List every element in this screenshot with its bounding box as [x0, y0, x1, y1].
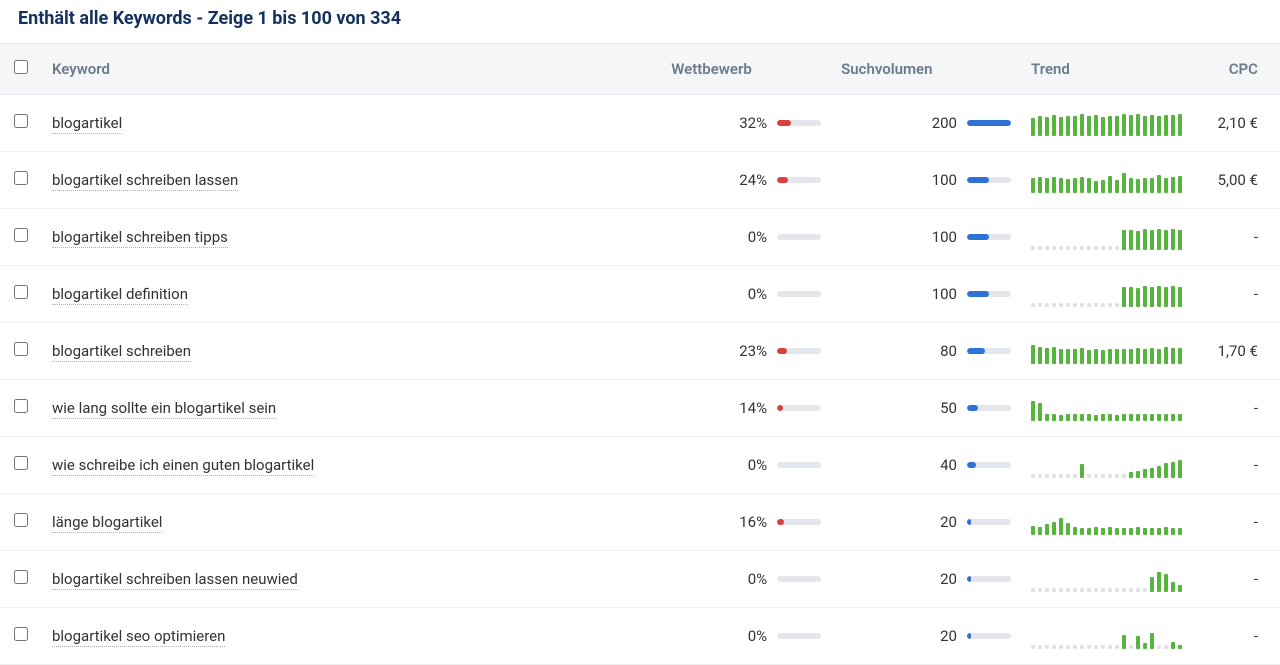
cpc-value: -: [1192, 266, 1280, 323]
row-checkbox[interactable]: [14, 513, 28, 527]
competition-bar: [777, 519, 821, 525]
row-checkbox[interactable]: [14, 228, 28, 242]
competition-value: 0%: [729, 627, 767, 645]
trend-sparkline: [1031, 566, 1182, 592]
table-row: blogartikel schreiben 23% 80 1,70 €: [0, 323, 1280, 380]
cpc-value: -: [1192, 380, 1280, 437]
cpc-value: -: [1192, 437, 1280, 494]
row-checkbox[interactable]: [14, 627, 28, 641]
row-checkbox[interactable]: [14, 285, 28, 299]
volume-value: 20: [917, 627, 957, 645]
row-checkbox[interactable]: [14, 570, 28, 584]
volume-value: 20: [917, 513, 957, 531]
col-trend[interactable]: Trend: [1021, 44, 1192, 95]
col-keyword[interactable]: Keyword: [42, 44, 661, 95]
competition-bar: [777, 291, 821, 297]
cpc-value: 2,10 €: [1192, 95, 1280, 152]
trend-sparkline: [1031, 623, 1182, 649]
competition-bar: [777, 234, 821, 240]
cpc-value: -: [1192, 494, 1280, 551]
competition-value: 16%: [729, 513, 767, 531]
volume-value: 100: [917, 285, 957, 303]
keyword-text[interactable]: blogartikel schreiben tipps: [52, 228, 228, 248]
row-checkbox[interactable]: [14, 342, 28, 356]
table-row: länge blogartikel 16% 20 -: [0, 494, 1280, 551]
trend-sparkline: [1031, 110, 1182, 136]
volume-value: 50: [917, 399, 957, 417]
volume-bar: [967, 291, 1011, 297]
competition-value: 14%: [729, 399, 767, 417]
keyword-text[interactable]: länge blogartikel: [52, 513, 162, 533]
cpc-value: -: [1192, 209, 1280, 266]
competition-value: 32%: [729, 114, 767, 132]
keyword-text[interactable]: wie lang sollte ein blogartikel sein: [52, 399, 276, 419]
table-row: blogartikel schreiben lassen 24% 100 5,00 €: [0, 152, 1280, 209]
competition-bar: [777, 348, 821, 354]
volume-value: 100: [917, 171, 957, 189]
col-volume[interactable]: Suchvolumen: [831, 44, 1021, 95]
volume-value: 80: [917, 342, 957, 360]
trend-sparkline: [1031, 224, 1182, 250]
table-row: blogartikel schreiben tipps 0% 100 -: [0, 209, 1280, 266]
trend-sparkline: [1031, 281, 1182, 307]
trend-sparkline: [1031, 338, 1182, 364]
row-checkbox[interactable]: [14, 456, 28, 470]
competition-value: 0%: [729, 285, 767, 303]
volume-bar: [967, 234, 1011, 240]
competition-value: 24%: [729, 171, 767, 189]
select-all-checkbox[interactable]: [14, 60, 28, 74]
keyword-table: Keyword Wettbewerb Suchvolumen Trend CPC…: [0, 43, 1280, 665]
volume-value: 20: [917, 570, 957, 588]
keyword-text[interactable]: blogartikel definition: [52, 285, 188, 305]
volume-bar: [967, 120, 1011, 126]
volume-bar: [967, 462, 1011, 468]
row-checkbox[interactable]: [14, 399, 28, 413]
competition-value: 23%: [729, 342, 767, 360]
table-row: blogartikel seo optimieren 0% 20 -: [0, 608, 1280, 665]
competition-value: 0%: [729, 456, 767, 474]
cpc-value: -: [1192, 608, 1280, 665]
table-row: blogartikel definition 0% 100 -: [0, 266, 1280, 323]
table-row: wie schreibe ich einen guten blogartikel…: [0, 437, 1280, 494]
cpc-value: -: [1192, 551, 1280, 608]
keyword-text[interactable]: wie schreibe ich einen guten blogartikel: [52, 456, 314, 476]
trend-sparkline: [1031, 509, 1182, 535]
volume-value: 100: [917, 228, 957, 246]
cpc-value: 5,00 €: [1192, 152, 1280, 209]
competition-value: 0%: [729, 228, 767, 246]
header-row: Keyword Wettbewerb Suchvolumen Trend CPC: [0, 44, 1280, 95]
keyword-text[interactable]: blogartikel seo optimieren: [52, 627, 225, 647]
competition-value: 0%: [729, 570, 767, 588]
keyword-text[interactable]: blogartikel schreiben lassen: [52, 171, 238, 191]
col-cpc[interactable]: CPC: [1192, 44, 1280, 95]
volume-bar: [967, 348, 1011, 354]
col-competition[interactable]: Wettbewerb: [661, 44, 831, 95]
trend-sparkline: [1031, 167, 1182, 193]
volume-bar: [967, 519, 1011, 525]
table-row: blogartikel 32% 200 2,10 €: [0, 95, 1280, 152]
competition-bar: [777, 576, 821, 582]
row-checkbox[interactable]: [14, 171, 28, 185]
trend-sparkline: [1031, 452, 1182, 478]
keyword-text[interactable]: blogartikel schreiben: [52, 342, 191, 362]
competition-bar: [777, 462, 821, 468]
trend-sparkline: [1031, 395, 1182, 421]
volume-value: 40: [917, 456, 957, 474]
cpc-value: 1,70 €: [1192, 323, 1280, 380]
row-checkbox[interactable]: [14, 114, 28, 128]
table-row: blogartikel schreiben lassen neuwied 0% 20…: [0, 551, 1280, 608]
competition-bar: [777, 177, 821, 183]
page-title: Enthält alle Keywords - Zeige 1 bis 100 …: [0, 0, 1280, 43]
volume-value: 200: [917, 114, 957, 132]
competition-bar: [777, 120, 821, 126]
keyword-text[interactable]: blogartikel: [52, 114, 122, 134]
volume-bar: [967, 177, 1011, 183]
competition-bar: [777, 405, 821, 411]
table-row: wie lang sollte ein blogartikel sein 14% 5…: [0, 380, 1280, 437]
volume-bar: [967, 576, 1011, 582]
volume-bar: [967, 405, 1011, 411]
keyword-text[interactable]: blogartikel schreiben lassen neuwied: [52, 570, 298, 590]
